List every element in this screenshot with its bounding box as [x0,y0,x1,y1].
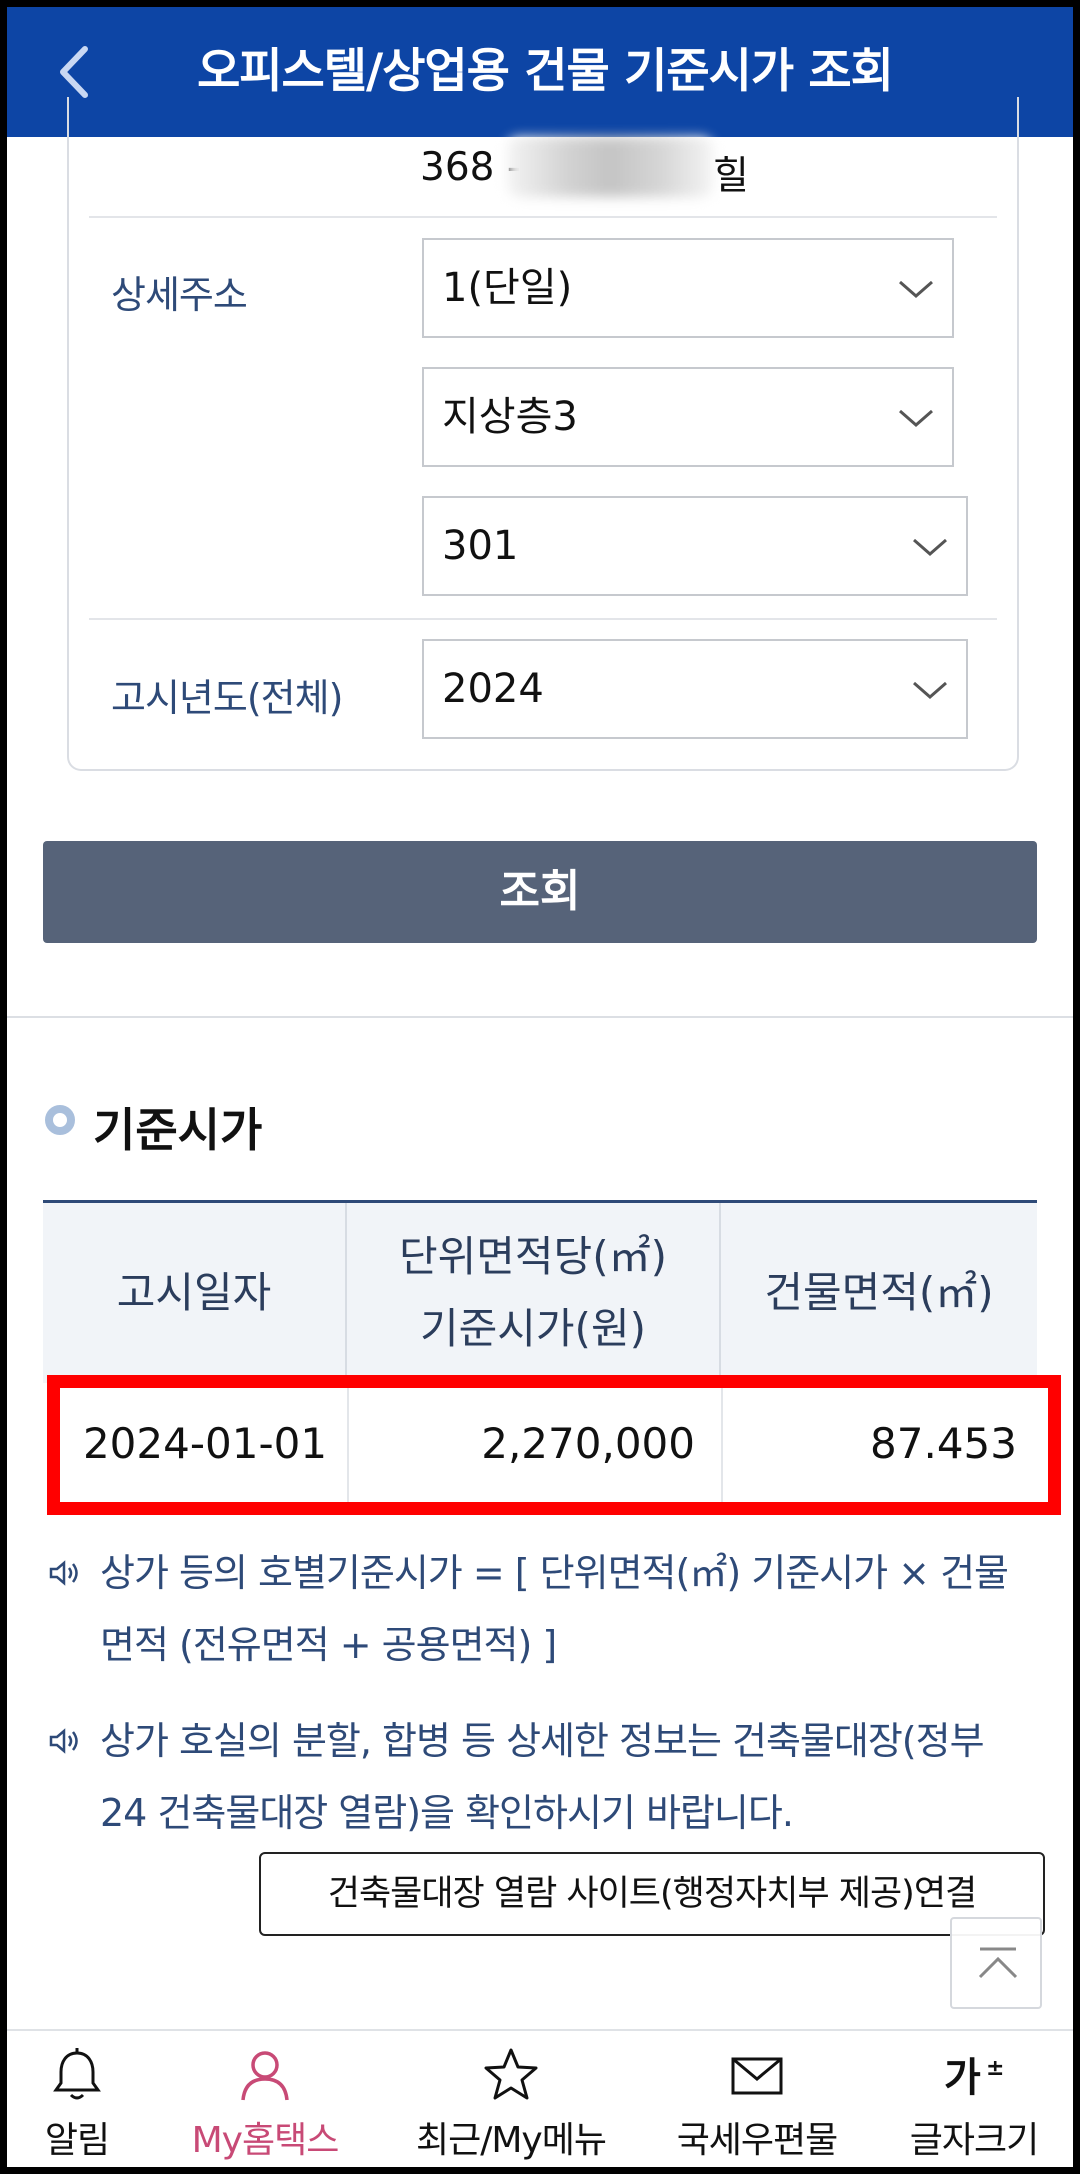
divider [89,216,997,218]
header-text: 단위면적당(㎡) [399,1232,667,1281]
person-icon [241,2051,289,2101]
svg-text:±: ± [986,2056,1004,2081]
speaker-icon [49,1560,78,1586]
chevron-down-icon [899,409,933,427]
address-suffix: 힐 [713,154,749,199]
header-text: 건물면적(㎡) [764,1268,994,1317]
divider [89,618,997,620]
detail-address-select-1[interactable]: 1(단일) [422,238,954,338]
mail-icon [731,2057,783,2095]
star-icon [484,2048,538,2100]
select-value: 지상층3 [442,394,578,440]
nav-alerts[interactable]: 알림 [7,2031,147,2167]
table-header-area: 건물면적(㎡) [721,1203,1037,1383]
scroll-top-icon [978,1947,1018,1979]
note-formula: 상가 등의 호별기준시가 = [ 단위면적(㎡) 기준시가 × 건물 면적 (전… [100,1537,1050,1681]
year-select[interactable]: 2024 [422,639,968,739]
bell-icon [53,2048,101,2100]
header-text: 기준시가(원) [420,1304,646,1353]
note-line: 상가 호실의 분할, 합병 등 상세한 정보는 건축물대장(정부 [100,1719,985,1763]
scroll-to-top-button[interactable] [950,1917,1042,2009]
app-screen: 오피스텔/상업용 건물 기준시가 조회 368 - 힐 상세주소 1(단일) 지… [7,7,1073,2167]
search-button[interactable]: 조회 [43,841,1037,943]
select-value: 1(단일) [442,265,573,311]
chevron-down-icon [913,538,947,556]
bottom-navigation: 알림 My홈택스 최근/My메뉴 국세우편물 가 ± 글자크기 [7,2029,1073,2167]
note-line: 상가 등의 호별기준시가 = [ 단위면적(㎡) 기준시가 × 건물 [100,1551,1009,1595]
detail-address-select-3[interactable]: 301 [422,496,968,596]
nav-label: 최근/My메뉴 [416,2120,607,2161]
detail-address-label: 상세주소 [111,273,248,317]
chevron-down-icon [899,280,933,298]
address-prefix: 368 - [420,145,521,190]
speaker-icon [49,1728,78,1754]
note-line: 면적 (전유면적 + 공용면적) ] [100,1623,557,1667]
nav-label: 알림 [44,2120,110,2161]
detail-address-select-2[interactable]: 지상층3 [422,367,954,467]
nav-recent-my-menu[interactable]: 최근/My메뉴 [383,2031,639,2167]
building-register-link-button[interactable]: 건축물대장 열람 사이트(행정자치부 제공)연결 [259,1852,1045,1936]
nav-label: My홈택스 [191,2120,340,2161]
section-title: 기준시가 [93,1103,263,1157]
chevron-down-icon [913,681,947,699]
svg-text:가: 가 [944,2055,981,2101]
nav-font-size[interactable]: 가 ± 글자크기 [875,2031,1073,2167]
nav-label: 글자크기 [909,2120,1039,2161]
table-header-unit-price: 단위면적당(㎡) 기준시가(원) [347,1203,721,1383]
select-value: 2024 [442,666,544,712]
nav-tax-mail[interactable]: 국세우편물 [639,2031,875,2167]
nav-label: 국세우편물 [676,2120,839,2161]
highlight-box [47,1375,1061,1515]
nav-my-hometax[interactable]: My홈택스 [147,2031,383,2167]
masked-address [507,137,713,197]
note-building-register: 상가 호실의 분할, 합병 등 상세한 정보는 건축물대장(정부 24 건축물대… [100,1705,1050,1849]
year-label: 고시년도(전체) [111,676,343,720]
select-value: 301 [442,523,519,569]
note-line: 24 건축물대장 열람)을 확인하시기 바랍니다. [100,1791,794,1835]
font-size-icon: 가 ± [944,2055,1004,2101]
section-divider [7,1016,1073,1018]
header-text: 고시일자 [116,1268,272,1317]
section-bullet-icon [45,1105,75,1135]
table-header-date: 고시일자 [43,1203,347,1383]
